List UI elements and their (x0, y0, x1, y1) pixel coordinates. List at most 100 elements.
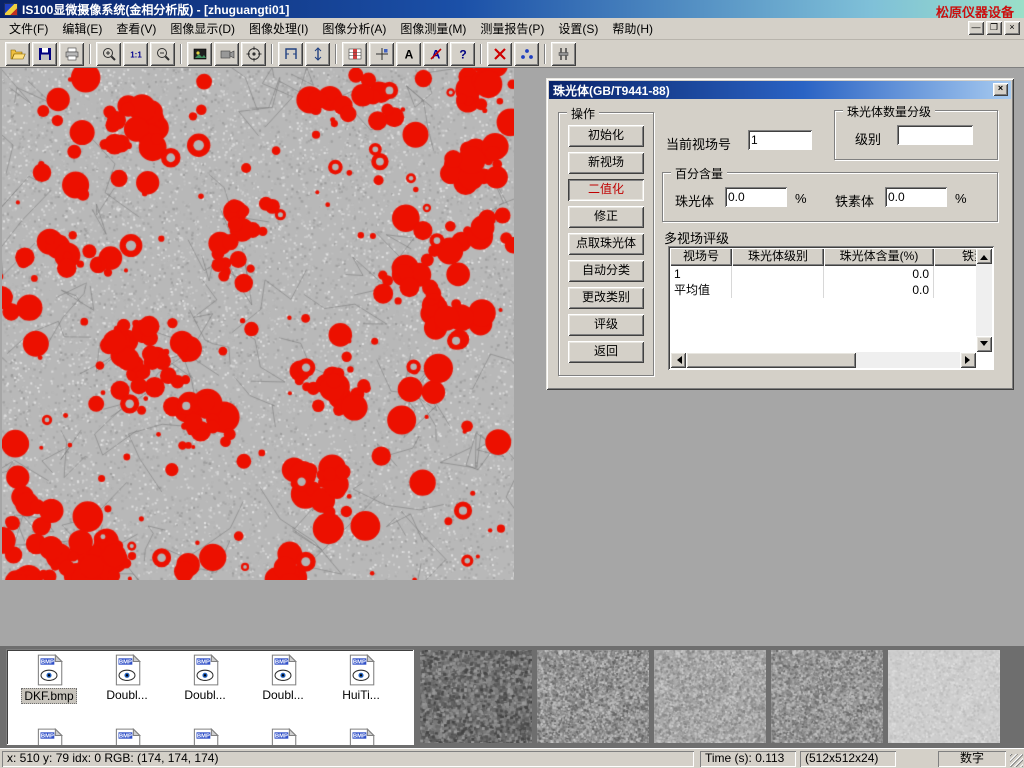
auto-classify-button[interactable]: 自动分类 (568, 260, 644, 282)
actual-size-button[interactable]: 1:1 (123, 42, 148, 66)
image-icon (192, 46, 208, 62)
app-icon (4, 3, 18, 16)
menu-item-image-analysis[interactable]: 图像分析(A) (315, 17, 393, 40)
menu-item-help[interactable]: 帮助(H) (605, 17, 660, 40)
bmp-file-icon: BMP (265, 653, 301, 687)
dialog-close-button[interactable]: × (993, 83, 1008, 96)
scroll-left-button[interactable] (670, 352, 686, 368)
measure-cross-button[interactable] (369, 42, 394, 66)
open-button[interactable] (5, 42, 30, 66)
image-thumbnail[interactable] (888, 650, 1000, 743)
file-name: DKF.bmp (21, 688, 76, 704)
text-annotate-button[interactable]: A (396, 42, 421, 66)
scroll-right-button[interactable] (960, 352, 976, 368)
file-item[interactable]: BMP Doubl... (88, 653, 166, 704)
resize-grip[interactable] (1010, 754, 1023, 767)
column-ferrite[interactable]: 铁素 (934, 248, 976, 266)
mdi-window-controls: — ❐ × (968, 21, 1020, 35)
ferrite-percent-input[interactable] (885, 187, 947, 207)
text-a-delete-icon: A (428, 46, 444, 62)
table-horizontal-scrollbar[interactable] (670, 352, 976, 368)
grading-group-label: 珠光体数量分级 (843, 103, 935, 120)
menu-item-settings[interactable]: 设置(S) (551, 17, 605, 40)
scroll-down-button[interactable] (976, 336, 992, 352)
grade-button[interactable]: 评级 (568, 314, 644, 336)
file-item[interactable]: BMP (10, 727, 88, 745)
menu-item-view[interactable]: 查看(V) (109, 17, 163, 40)
scrollbar-thumb[interactable] (686, 352, 856, 368)
save-button[interactable] (32, 42, 57, 66)
bottom-panel: BMP DKF.bmp BMP Doubl... BMP Doubl... BM… (0, 646, 1024, 748)
menu-item-image-measure[interactable]: 图像测量(M) (393, 17, 473, 40)
help-icon: ? (455, 46, 471, 62)
image-thumbnail[interactable] (654, 650, 766, 743)
menu-item-file[interactable]: 文件(F) (2, 17, 55, 40)
mdi-restore-button[interactable]: ❐ (986, 21, 1002, 35)
mdi-minimize-button[interactable]: — (968, 21, 984, 35)
print-button[interactable] (59, 42, 84, 66)
vernier-button[interactable] (551, 42, 576, 66)
zoom-in-icon (101, 46, 117, 62)
cell-pearlite-grade (732, 282, 824, 298)
correct-button[interactable]: 修正 (568, 206, 644, 228)
return-button[interactable]: 返回 (568, 341, 644, 363)
column-pearlite-percent[interactable]: 珠光体含量(%) (824, 248, 934, 266)
column-pearlite-grade[interactable]: 珠光体级别 (732, 248, 824, 266)
measure-grid-button[interactable] (342, 42, 367, 66)
measure-gauge-button[interactable] (305, 42, 330, 66)
image-thumbnail[interactable] (771, 650, 883, 743)
table-vertical-scrollbar[interactable] (976, 248, 992, 352)
binarize-button[interactable]: 二值化 (568, 179, 644, 201)
menu-item-edit[interactable]: 编辑(E) (55, 17, 109, 40)
metallographic-image[interactable] (2, 68, 514, 580)
menu-item-image-process[interactable]: 图像处理(I) (242, 17, 315, 40)
menu-item-image-display[interactable]: 图像显示(D) (163, 17, 242, 40)
camera-button[interactable] (214, 42, 239, 66)
svg-text:BMP: BMP (197, 660, 210, 666)
height-gauge-icon (310, 46, 326, 62)
help-button[interactable]: ? (450, 42, 475, 66)
capture-button[interactable] (241, 42, 266, 66)
measure-caliper-button[interactable] (278, 42, 303, 66)
file-item[interactable]: BMP Doubl... (244, 653, 322, 704)
dialog-title: 珠光体(GB/T9441-88) (553, 82, 670, 99)
menu-item-measure-report[interactable]: 测量报告(P) (473, 17, 551, 40)
scroll-up-button[interactable] (976, 248, 992, 264)
file-item[interactable]: BMP (244, 727, 322, 745)
file-item[interactable]: BMP (322, 727, 400, 745)
change-class-button[interactable]: 更改类别 (568, 287, 644, 309)
file-item[interactable]: BMP (88, 727, 166, 745)
column-field-number[interactable]: 视场号 (670, 248, 732, 266)
image-display-button[interactable] (187, 42, 212, 66)
toolbar-separator (271, 44, 273, 64)
level-input[interactable] (897, 125, 973, 145)
point-measure-button[interactable] (514, 42, 539, 66)
floppy-save-icon (37, 46, 53, 62)
zoom-in-button[interactable] (96, 42, 121, 66)
table-row[interactable]: 平均值 0.0 (670, 282, 976, 298)
cut-button[interactable] (487, 42, 512, 66)
vernier-icon (556, 46, 572, 62)
initialize-button[interactable]: 初始化 (568, 125, 644, 147)
file-item[interactable]: BMP (166, 727, 244, 745)
image-thumbnail[interactable] (537, 650, 649, 743)
multi-field-table: 视场号 珠光体级别 珠光体含量(%) 铁素 1 0.0 平均值 0 (668, 246, 994, 370)
file-browser: BMP DKF.bmp BMP Doubl... BMP Doubl... BM… (6, 649, 414, 745)
image-thumbnail[interactable] (420, 650, 532, 743)
pearlite-dialog: 珠光体(GB/T9441-88) × 操作 初始化 新视场 二值化 修正 点取珠… (546, 78, 1014, 390)
mdi-close-button[interactable]: × (1004, 21, 1020, 35)
file-item[interactable]: BMP Doubl... (166, 653, 244, 704)
zoom-out-button[interactable] (150, 42, 175, 66)
file-item[interactable]: BMP HuiTi... (322, 653, 400, 704)
new-field-button[interactable]: 新视场 (568, 152, 644, 174)
toolbar-separator (335, 44, 337, 64)
file-item[interactable]: BMP DKF.bmp (10, 653, 88, 704)
current-field-input[interactable] (748, 130, 812, 150)
pick-pearlite-button[interactable]: 点取珠光体 (568, 233, 644, 255)
table-row[interactable]: 1 0.0 (670, 266, 976, 282)
pearlite-percent-input[interactable] (725, 187, 787, 207)
dialog-title-bar[interactable]: 珠光体(GB/T9441-88) × (549, 81, 1011, 99)
table-header: 视场号 珠光体级别 珠光体含量(%) 铁素 (670, 248, 976, 266)
text-delete-button[interactable]: A (423, 42, 448, 66)
status-time: Time (s): 0.113 (700, 751, 796, 767)
